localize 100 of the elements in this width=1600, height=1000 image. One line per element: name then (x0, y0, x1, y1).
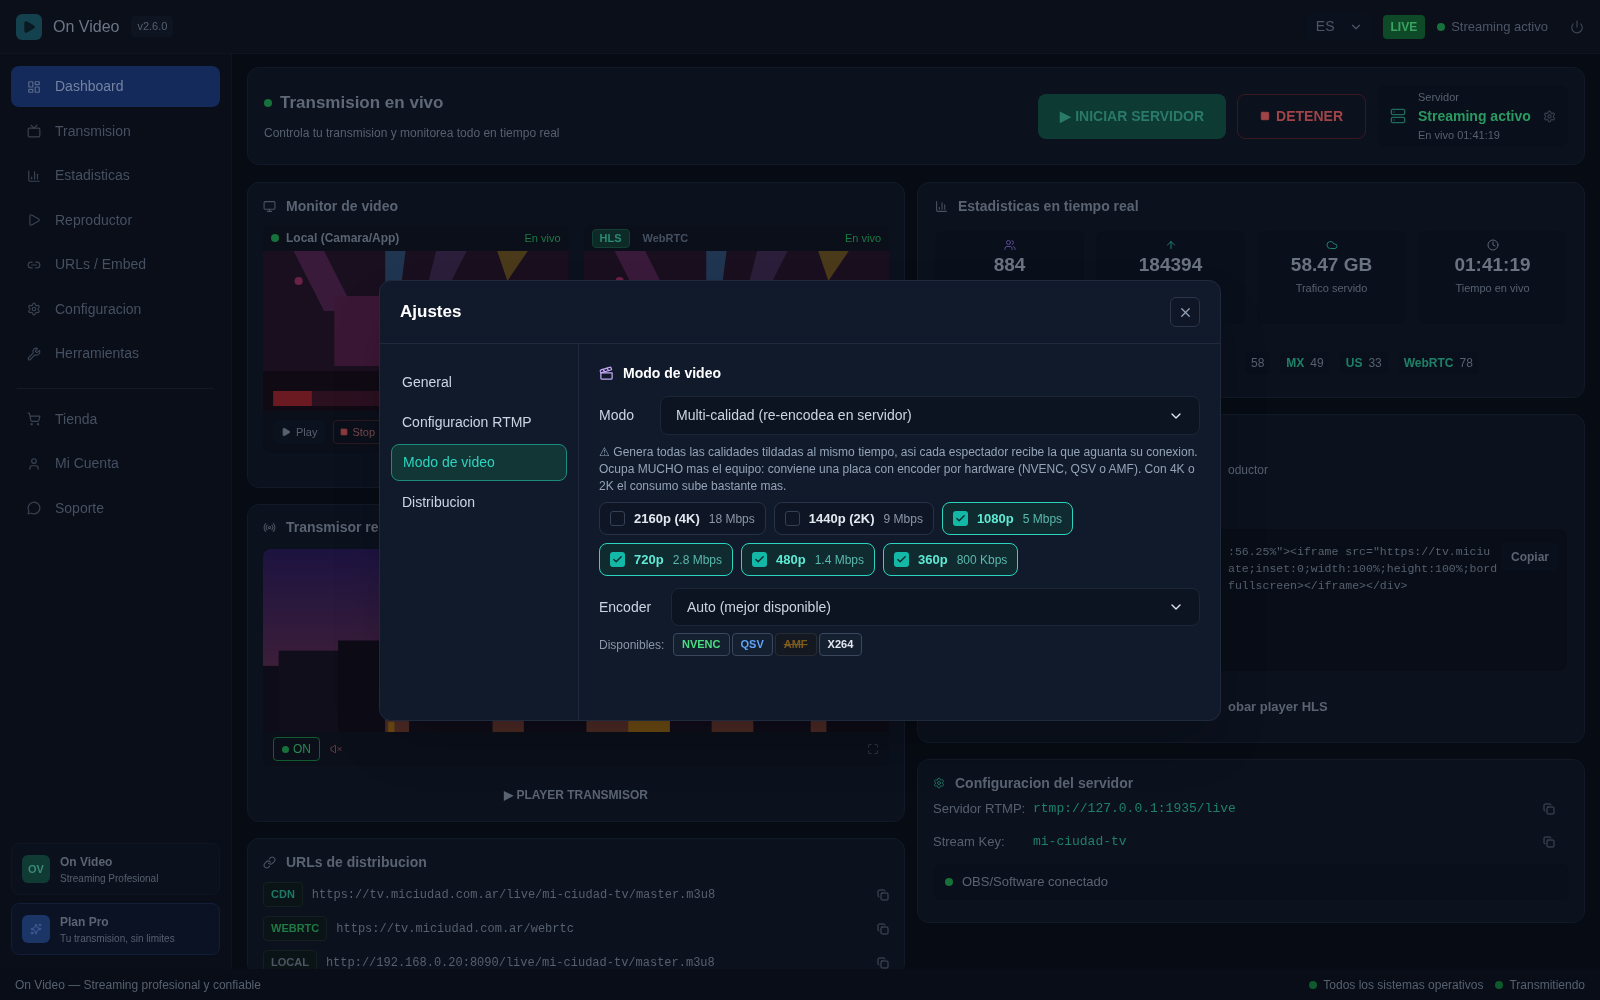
start-server-button[interactable]: ▶ INICIAR SERVIDOR (1038, 93, 1227, 139)
live-status: En vivo (524, 230, 561, 246)
checkbox[interactable] (610, 511, 625, 526)
stat-value: 884 (993, 254, 1026, 276)
clock-icon (1486, 239, 1499, 251)
encoder-badge: QSV (731, 633, 773, 656)
field-label: Servidor RTMP: (933, 799, 1027, 818)
sidebar-item[interactable]: Estadisticas (11, 155, 220, 196)
monitor-icon (263, 199, 276, 213)
settings-nav-item[interactable]: Distribucion (391, 484, 567, 521)
hero-subtitle: Controla tu transmision y monitorea todo en tiempo real (264, 124, 560, 142)
bitrate-label: 800 Kbps (956, 551, 1008, 569)
close-button[interactable] (1170, 297, 1200, 327)
stat-value: 58.47 GB (1290, 254, 1373, 276)
sidebar-item[interactable]: Tienda (11, 398, 220, 440)
checkbox[interactable] (952, 511, 968, 526)
brand-subtitle: Streaming Profesional (60, 871, 159, 886)
power-icon[interactable] (1570, 19, 1584, 34)
quality-option[interactable]: 2160p (4K) 18 Mbps (599, 502, 766, 535)
play-icon (281, 427, 291, 437)
player-transmitter-button[interactable]: ▶ PLAYER TRANSMISOR (504, 786, 648, 804)
quality-option[interactable]: 1440p (2K) 9 Mbps (773, 502, 934, 535)
settings-nav-item[interactable]: General (391, 364, 567, 401)
sidebar-item[interactable]: Mi Cuenta (11, 443, 220, 484)
url-text: https://tv.miciudad.com.ar/live/mi-ciudad-tv/master.m3u8 (311, 886, 716, 904)
settings-nav-item[interactable]: Modo de video (391, 444, 567, 481)
sidebar-item[interactable]: Herramientas (11, 333, 220, 374)
card-title: Configuracion del servidor (955, 773, 1134, 793)
sidebar-item[interactable]: Transmision (11, 110, 220, 152)
stat-label: Trafico servido (1295, 281, 1368, 296)
quality-option[interactable]: 720p 2.8 Mbps (599, 543, 733, 576)
brand-title: On Video (60, 853, 114, 871)
protocol-tab[interactable]: HLS (591, 228, 630, 248)
dialog-title: Ajustes (400, 301, 462, 324)
hero-title: Transmision en vivo (280, 92, 444, 115)
settings-icon[interactable] (1543, 109, 1556, 123)
checkbox[interactable] (752, 552, 767, 567)
field-label: Encoder (599, 597, 653, 617)
url-tag: WEBRTC (263, 916, 328, 941)
plan-card[interactable]: Plan Pro Tu transmision, sin limites (11, 903, 220, 955)
bitrate-label: 2.8 Mbps (672, 551, 722, 569)
copy-icon[interactable] (877, 888, 889, 901)
stat-label: Tiempo en vivo (1455, 281, 1530, 296)
card-title: Transmisor re (286, 517, 379, 537)
quality-label: 1440p (2K) (808, 509, 875, 528)
url-tag: CDN (263, 882, 303, 907)
quality-label: 480p (776, 550, 806, 569)
warning-text: ⚠ Genera todas las calidades tildadas al mismo tiempo, asi cada espectador recibe la que aguanta su conexion. Ocupa MUCHO mas el equipo: conviene una placa con encoder por hardware (NVENC, QSV o AMF). Con 4K o 2K el consumo sube bastante mas. (599, 444, 1199, 495)
encoder-select[interactable]: Auto (mejor disponible) (671, 588, 1200, 626)
mode-select[interactable]: Multi-calidad (re-encodea en servidor) (660, 396, 1200, 435)
sidebar-item[interactable]: Dashboard (11, 66, 220, 107)
check-icon (954, 513, 966, 524)
sidebar-item[interactable]: Reproductor (11, 199, 220, 241)
streaming-status: Streaming activo (1451, 17, 1548, 36)
brand-avatar: OV (22, 855, 50, 883)
quality-option[interactable]: 480p 1.4 Mbps (741, 543, 875, 576)
settings-nav-item[interactable]: Configuracion RTMP (391, 404, 567, 441)
cloud-icon (1325, 239, 1338, 251)
bar-chart-icon (27, 168, 41, 183)
encoder-badge: NVENC (673, 633, 730, 656)
connection-status: OBS/Software conectado (962, 873, 1108, 892)
encoder-badge: X264 (818, 633, 863, 656)
check-icon (896, 554, 907, 565)
fullscreen-icon[interactable] (867, 743, 879, 755)
card-title: URLs de distribucion (286, 852, 427, 872)
test-player-button[interactable]: obar player HLS (1228, 697, 1328, 717)
checkbox[interactable] (610, 552, 625, 567)
tv-icon (27, 124, 41, 138)
cart-icon (27, 412, 41, 426)
stop-button[interactable]: DETENER (1237, 93, 1366, 139)
quality-option[interactable]: 1080p 5 Mbps (941, 502, 1074, 535)
on-toggle[interactable]: ON (273, 737, 320, 761)
quality-option[interactable]: 360p 800 Kbps (883, 543, 1019, 576)
user-icon (27, 456, 41, 471)
app-name: On Video (53, 16, 120, 37)
copy-icon[interactable] (877, 956, 889, 969)
stop-icon (1260, 111, 1271, 121)
plan-subtitle: Tu transmision, sin limites (60, 931, 175, 946)
encoder-badge: AMF (774, 633, 817, 656)
card-title: Estadisticas en tiempo real (958, 196, 1139, 216)
quality-label: 720p (634, 550, 664, 569)
copy-button[interactable]: Copiar (1501, 543, 1559, 571)
section-title: Modo de video (623, 364, 721, 383)
stop-icon (340, 428, 349, 436)
checkbox[interactable] (784, 511, 800, 526)
live-badge: LIVE (1382, 14, 1426, 39)
mute-icon[interactable] (330, 743, 342, 755)
code-line: fullscreen></iframe></div> (1228, 578, 1409, 594)
sidebar-item[interactable]: Soporte (11, 487, 220, 529)
copy-icon[interactable] (1543, 835, 1555, 848)
copy-icon[interactable] (1543, 802, 1555, 815)
sidebar-item[interactable]: URLs / Embed (11, 244, 220, 285)
users-icon (1003, 239, 1016, 251)
footer-text: On Video — Streaming profesional y confiable (15, 976, 261, 994)
bitrate-label: 9 Mbps (883, 510, 923, 528)
stat-value: 01:41:19 (1454, 254, 1531, 276)
checkbox[interactable] (894, 552, 909, 567)
sidebar-item[interactable]: Configuracion (11, 288, 220, 330)
protocol-tab[interactable]: WebRTC (635, 228, 696, 248)
copy-icon[interactable] (877, 922, 889, 935)
